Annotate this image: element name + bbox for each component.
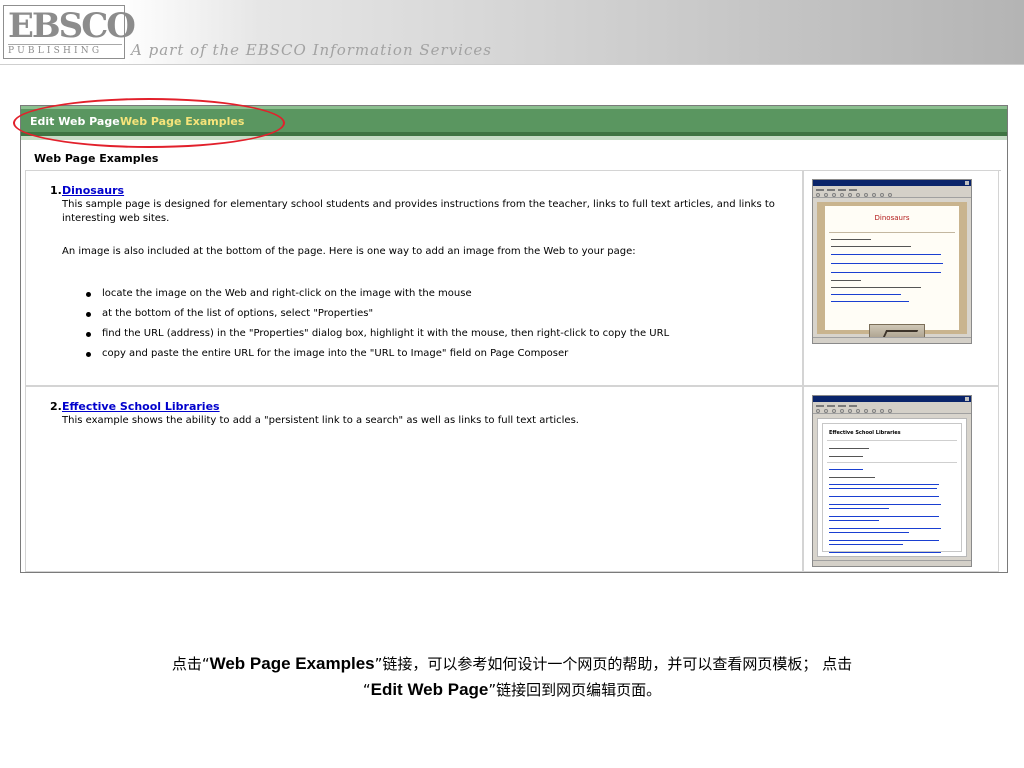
list-item: locate the image on the Web and right-cl… [86, 284, 669, 304]
caption-highlight: Edit Web Page [370, 680, 489, 699]
thumbnail-title: Effective School Libraries [829, 430, 901, 436]
slide-caption: 点击“Web Page Examples”链接，可以参考如何设计一个网页的帮助，… [52, 651, 972, 703]
example-description: This example shows the ability to add a … [62, 415, 579, 426]
thumbnail-statusbar [813, 337, 971, 343]
example-thumbnail-cell: Effective School Libraries [803, 386, 999, 572]
ebsco-logo: EBSCO PUBLISHING [3, 5, 136, 59]
example-thumbnail-cell: Dinosaurs [803, 170, 999, 386]
thumbnail-page: Dinosaurs [825, 206, 959, 343]
banner-tagline: A part of the EBSCO Information Services [131, 41, 492, 59]
example-row-effective-school-libraries: 2. Effective School Libraries This examp… [25, 386, 803, 572]
thumbnail-toolbar [813, 402, 971, 414]
caption-highlight: Web Page Examples [209, 654, 375, 673]
thumbnail-title: Dinosaurs [874, 214, 910, 222]
caption-text: ”链接回到网页编辑页面。 [488, 681, 662, 699]
thumbnail-page: Effective School Libraries [822, 423, 962, 553]
dinosaurs-thumbnail[interactable]: Dinosaurs [812, 179, 972, 344]
page-title: Web Page Examples [34, 152, 159, 165]
effective-school-libraries-thumbnail[interactable]: Effective School Libraries [812, 395, 972, 567]
list-item: find the URL (address) in the "Propertie… [86, 324, 669, 344]
annotation-oval [13, 98, 285, 148]
caption-text: ”链接，可以参考如何设计一个网页的帮助，并可以查看网页模板； 点击 [374, 655, 853, 673]
thumbnail-statusbar [813, 560, 971, 566]
page-composer-screenshot: Edit Web Page Web Page Examples Web Page… [20, 105, 1008, 573]
thumbnail-body: Effective School Libraries [817, 418, 967, 557]
image-steps-list: locate the image on the Web and right-cl… [86, 284, 669, 364]
list-item: at the bottom of the list of options, se… [86, 304, 669, 324]
caption-text: 点击“ [171, 655, 210, 673]
caption-text: “ [362, 681, 371, 699]
thumbnail-toolbar [813, 186, 971, 198]
example-number: 1. [50, 184, 62, 197]
example-number: 2. [50, 400, 62, 413]
ebsco-banner: EBSCO PUBLISHING A part of the EBSCO Inf… [0, 0, 1024, 64]
banner-divider [0, 64, 1024, 65]
example-note: An image is also included at the bottom … [62, 246, 636, 257]
list-item: copy and paste the entire URL for the im… [86, 344, 669, 364]
example-description: This sample page is designed for element… [62, 199, 775, 224]
logo-wordmark: EBSCO [8, 6, 136, 46]
dinosaurs-link[interactable]: Dinosaurs [62, 184, 124, 197]
effective-school-libraries-link[interactable]: Effective School Libraries [62, 400, 220, 413]
example-row-dinosaurs: 1. Dinosaurs This sample page is designe… [25, 170, 803, 386]
thumbnail-body: Dinosaurs [817, 202, 967, 343]
logo-subtitle: PUBLISHING [8, 44, 122, 57]
